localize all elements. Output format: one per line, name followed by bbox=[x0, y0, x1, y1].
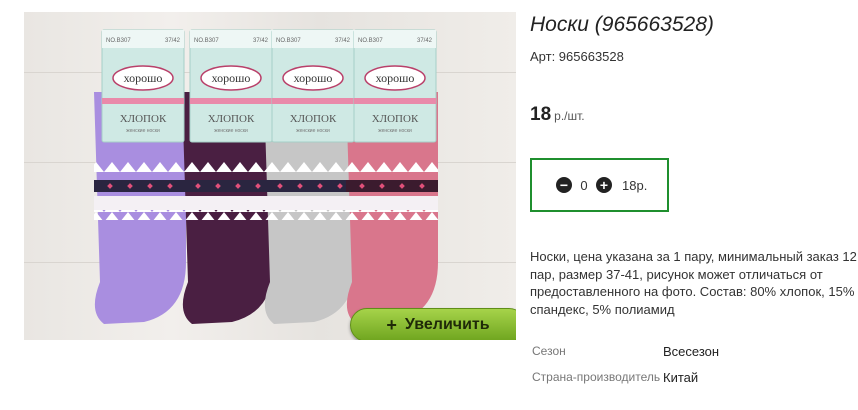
svg-text:хорошо: хорошо bbox=[212, 71, 251, 85]
svg-text:хорошо: хорошо bbox=[294, 71, 333, 85]
zoom-button-label: Увеличить bbox=[404, 316, 490, 333]
svg-text:NO.B307: NO.B307 bbox=[106, 38, 131, 44]
sock-package-label: хорошо ХЛОПОК женские носки NO.B307 37/42 bbox=[353, 29, 437, 143]
svg-text:37/42: 37/42 bbox=[165, 38, 181, 44]
price-unit: р./шт. bbox=[554, 109, 585, 123]
property-row: Сезон Всесезон bbox=[532, 344, 762, 360]
svg-text:ХЛОПОК: ХЛОПОК bbox=[120, 113, 167, 125]
property-value-country: Китай bbox=[663, 370, 699, 385]
product-description: Носки, цена указана за 1 пару, минимальн… bbox=[530, 249, 857, 317]
plus-icon: + bbox=[386, 314, 397, 335]
quantity-value[interactable]: 0 bbox=[572, 178, 596, 193]
sock-package-label: хорошо ХЛОПОК женские носки NO.B307 37/42 bbox=[189, 29, 273, 143]
plus-icon[interactable]: + bbox=[596, 177, 612, 193]
sock-package-label: хорошо ХЛОПОК женские носки NO.B307 37/42 bbox=[101, 29, 185, 143]
svg-text:NO.B307: NO.B307 bbox=[194, 38, 219, 44]
svg-text:женские носки: женские носки bbox=[296, 128, 330, 134]
price-value: 18 bbox=[530, 104, 552, 125]
property-key-season: Сезон bbox=[532, 344, 566, 358]
cart-sum: 18р. bbox=[622, 177, 648, 193]
sock-package-label: хорошо ХЛОПОК женские носки NO.B307 37/42 bbox=[271, 29, 355, 143]
product-image[interactable]: хорошо ХЛОПОК женские носки NO.B307 37/42 хор… bbox=[24, 12, 516, 340]
minus-icon[interactable]: − bbox=[556, 177, 572, 193]
svg-text:хорошо: хорошо bbox=[124, 71, 163, 85]
product-title: Носки (965663528) bbox=[530, 13, 714, 36]
svg-text:хорошо: хорошо bbox=[376, 71, 415, 85]
property-key-country: Страна-производитель bbox=[532, 370, 661, 384]
property-value-season: Всесезон bbox=[663, 344, 720, 359]
cart-quantity-box: − 0 + 18р. bbox=[530, 158, 669, 212]
svg-text:NO.B307: NO.B307 bbox=[358, 38, 383, 44]
product-article: Арт: 965663528 bbox=[530, 49, 624, 64]
zoom-button[interactable]: + Увеличить bbox=[350, 308, 516, 340]
svg-text:37/42: 37/42 bbox=[253, 38, 269, 44]
property-row: Страна-производитель Китай bbox=[532, 370, 762, 386]
svg-text:ХЛОПОК: ХЛОПОК bbox=[208, 113, 255, 125]
svg-text:женские носки: женские носки bbox=[378, 128, 412, 134]
socks-illustration: хорошоХЛОПОКженские носкиNO.B307 37/42хор… bbox=[94, 29, 438, 324]
svg-text:женские носки: женские носки bbox=[126, 128, 160, 134]
svg-text:ХЛОПОК: ХЛОПОК bbox=[372, 113, 419, 125]
product-price: 18 р./шт. bbox=[530, 104, 585, 126]
svg-text:NO.B307: NO.B307 bbox=[276, 38, 301, 44]
svg-text:ХЛОПОК: ХЛОПОК bbox=[290, 113, 337, 125]
product-properties: Сезон Всесезон Страна-производитель Кита… bbox=[532, 344, 762, 396]
svg-text:женские носки: женские носки bbox=[214, 128, 248, 134]
svg-text:37/42: 37/42 bbox=[335, 38, 351, 44]
svg-text:37/42: 37/42 bbox=[417, 38, 433, 44]
